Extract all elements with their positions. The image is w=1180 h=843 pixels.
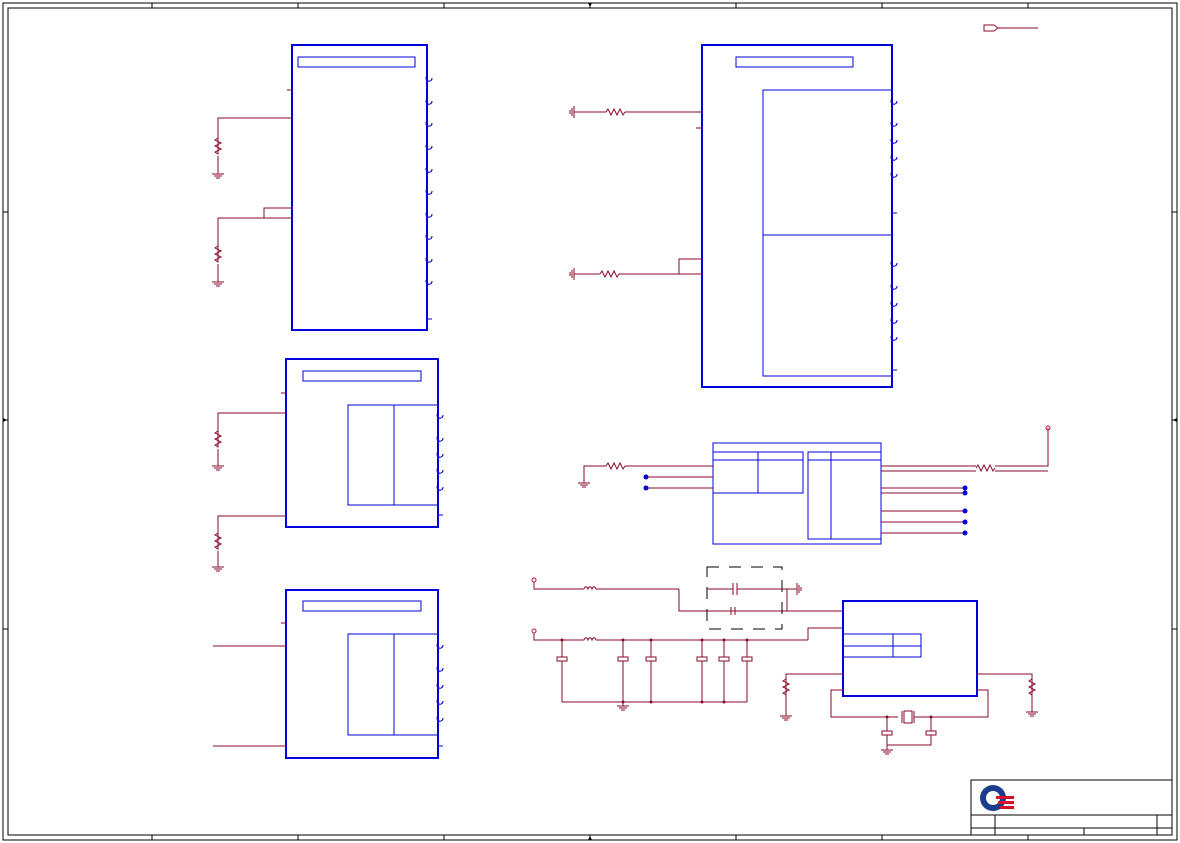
u5-wiring	[583, 428, 1049, 534]
ic-u4[interactable]	[701, 44, 893, 388]
offpage-port	[983, 24, 1038, 32]
filter-junction-dots	[560, 638, 749, 704]
crystal-y1[interactable]	[901, 710, 915, 724]
connector-u5[interactable]	[712, 442, 882, 545]
u5-junction-dots	[643, 474, 968, 536]
sheet-frame	[2, 2, 1178, 841]
zone-ticks	[3, 3, 1177, 840]
u2-wiring	[213, 392, 286, 567]
u1-wiring	[217, 89, 292, 282]
u5-ground	[578, 482, 590, 488]
optional-parts-box	[706, 566, 783, 630]
ic-u1[interactable]	[291, 44, 428, 331]
power-filter	[531, 577, 843, 706]
ic-u2[interactable]	[285, 358, 439, 528]
u4-wiring	[574, 107, 702, 279]
ic-u6[interactable]	[842, 600, 978, 697]
optional-capacitors	[707, 583, 802, 615]
center-markers	[3, 3, 1177, 840]
u3-wiring	[213, 622, 286, 747]
company-logo	[980, 785, 1014, 811]
crystal-load-caps	[881, 730, 937, 736]
schematic-sheet	[2, 2, 1178, 841]
u4-ground	[569, 106, 575, 280]
filter-capacitors	[556, 656, 753, 662]
ic-u3[interactable]	[285, 589, 439, 759]
filter-ground	[617, 705, 629, 711]
